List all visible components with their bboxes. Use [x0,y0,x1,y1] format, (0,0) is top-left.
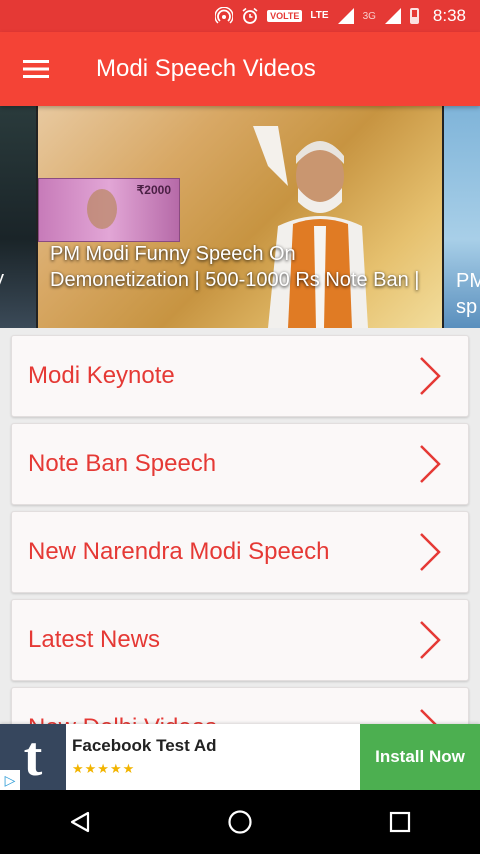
status-bar: VOLTE LTE 3G 8:38 [0,0,480,32]
video-carousel[interactable]: y ₹2000 PM Modi Funny Speech On Demoneti… [0,106,480,328]
list-item-new-narendra-modi-speech[interactable]: New Narendra Modi Speech [11,511,469,593]
list-item-label: Modi Keynote [28,362,175,389]
adchoices-icon[interactable]: ▷ [0,770,20,790]
list-item-label: Latest News [28,626,161,653]
carousel-slide-next[interactable]: PM sp [444,106,480,328]
slide-next-caption-line2: sp [456,296,478,318]
note-portrait [87,189,117,229]
chevron-right-icon [410,615,450,665]
currency-note-image: ₹2000 [38,178,180,242]
hotspot-icon [215,7,234,25]
ad-title: Facebook Test Ad [72,736,217,755]
signal-full-icon [337,7,355,25]
page-title: Modi Speech Videos [96,55,316,82]
list-item-label: New Narendra Modi Speech [28,538,330,565]
note-value: ₹2000 [136,183,171,197]
chevron-right-icon [410,439,450,489]
slide-next-caption: PM sp [456,268,480,320]
lte-indicator: LTE [310,10,329,21]
install-now-button[interactable]: Install Now [360,724,480,790]
battery-icon [409,8,419,24]
alarm-icon [241,7,259,25]
home-icon[interactable] [200,790,280,854]
carousel-slide-previous[interactable]: y [0,106,36,328]
list-item-note-ban-speech[interactable]: Note Ban Speech [11,423,469,505]
status-clock: 8:38 [432,6,466,25]
carousel-slide-current[interactable]: ₹2000 PM Modi Funny Speech On Demonetiza… [38,106,442,328]
chevron-right-icon [410,527,450,577]
slide-previous-caption: y [0,268,4,291]
net-3g-label: 3G [362,10,376,22]
system-navigation-bar [0,790,480,854]
slide-next-caption-line1: PM [456,270,480,292]
slide-caption: PM Modi Funny Speech On Demonetization |… [50,243,420,291]
volte-badge: VOLTE [267,10,303,22]
recents-icon[interactable] [360,790,440,854]
list-item-latest-news[interactable]: Latest News [11,599,469,681]
signal-partial-icon [384,7,402,25]
app-bar: Modi Speech Videos [0,32,480,106]
back-icon[interactable] [40,790,120,854]
hamburger-icon[interactable] [0,32,72,106]
list-item-modi-keynote[interactable]: Modi Keynote [11,335,469,417]
chevron-right-icon [410,351,450,401]
ad-banner[interactable]: t ▷ Facebook Test Ad ★★★★★ Install Now [0,724,480,790]
speaker-image [253,126,368,328]
list-item-label: Note Ban Speech [28,450,217,477]
ad-rating-stars: ★★★★★ [72,761,136,776]
